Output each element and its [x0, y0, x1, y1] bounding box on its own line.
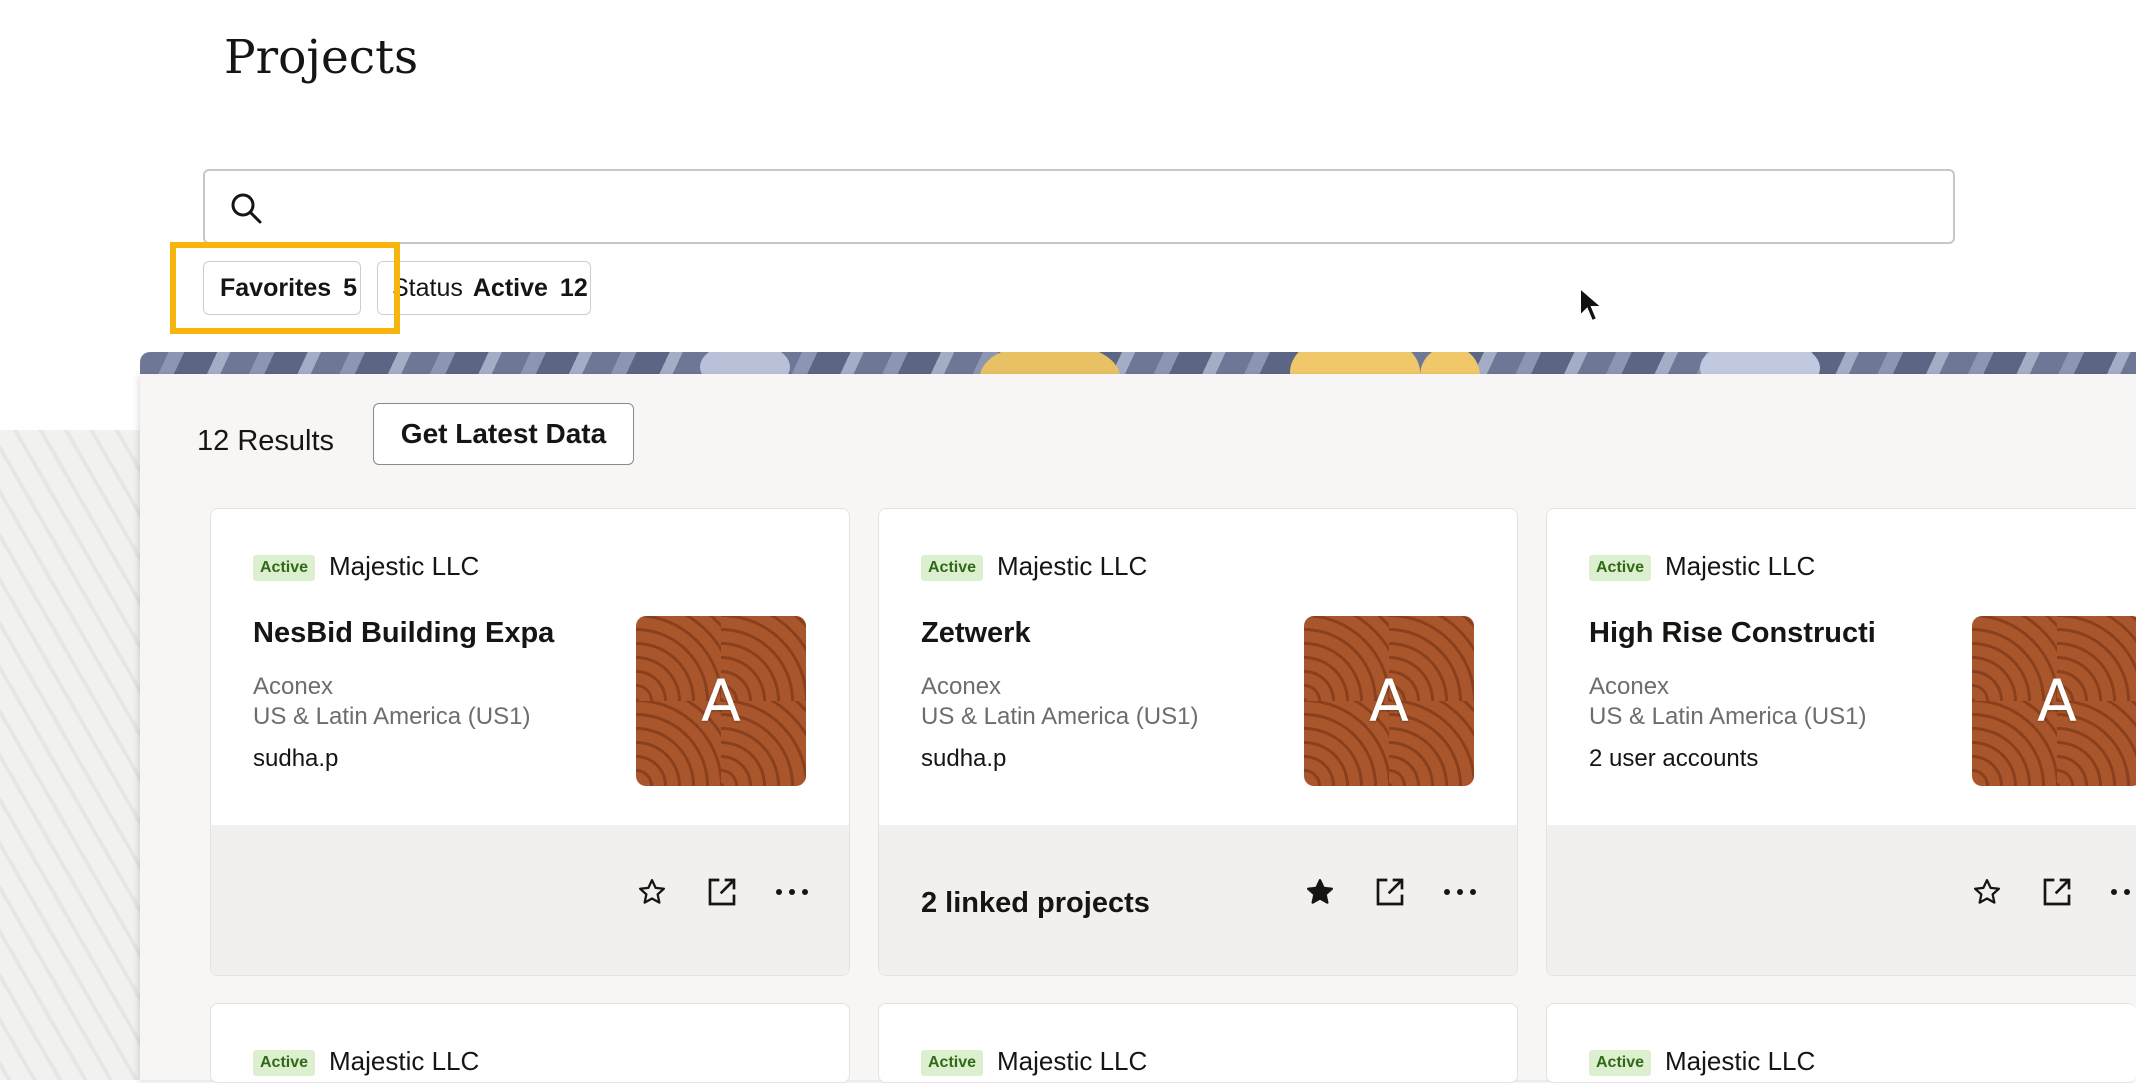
filter-chip-count: 5 [343, 273, 358, 302]
filter-chip-count: 12 [559, 273, 588, 302]
project-card[interactable]: Active Majestic LLC NesBid Building Expa… [210, 508, 850, 976]
mouse-cursor-icon [1579, 286, 1604, 323]
owner: 2 user accounts [1589, 745, 1759, 772]
project-thumbnail: A [636, 616, 806, 786]
more-icon[interactable] [775, 875, 809, 909]
thumbnail-letter: A [1369, 667, 1409, 735]
search-input[interactable] [283, 181, 1937, 235]
open-external-icon[interactable] [705, 875, 739, 909]
card-footer [211, 825, 849, 975]
search-icon [231, 193, 262, 224]
thumbnail-letter: A [701, 667, 741, 735]
org-name: Majestic LLC [329, 1046, 480, 1076]
project-name[interactable]: Zetwerk [921, 617, 1301, 650]
project-thumbnail: A [1304, 616, 1474, 786]
open-external-icon[interactable] [1373, 875, 1407, 909]
owner: sudha.p [253, 745, 339, 772]
thumbnail-letter: A [2037, 667, 2077, 735]
star-icon[interactable] [1970, 875, 2004, 909]
card-footer [1547, 825, 2136, 975]
open-external-icon[interactable] [2040, 875, 2074, 909]
more-icon[interactable] [1443, 875, 1477, 909]
status-badge: Active [921, 1050, 984, 1076]
region: US & Latin America (US1) [1589, 703, 1867, 730]
project-name[interactable]: NesBid Building Expa [253, 617, 633, 650]
background-texture [0, 430, 140, 1080]
org-name: Majestic LLC [329, 551, 480, 581]
status-badge: Active [921, 555, 984, 581]
org-name: Majestic LLC [1665, 1046, 1816, 1076]
service-name: Aconex [253, 673, 334, 700]
project-thumbnail: A [1972, 616, 2136, 786]
project-card[interactable]: Active Majestic LLC [878, 1003, 1518, 1083]
star-icon[interactable] [1303, 875, 1337, 909]
project-name[interactable]: High Rise Constructi [1589, 617, 1969, 650]
org-name: Majestic LLC [997, 551, 1148, 581]
region: US & Latin America (US1) [921, 703, 1199, 730]
org-name: Majestic LLC [997, 1046, 1148, 1076]
more-icon[interactable] [2110, 875, 2136, 909]
status-badge: Active [253, 1050, 316, 1076]
page-title: Projects [224, 30, 419, 85]
get-latest-data-button[interactable]: Get Latest Data [373, 403, 634, 465]
status-badge: Active [1589, 1050, 1652, 1076]
status-badge: Active [1589, 555, 1652, 581]
org-name: Majestic LLC [1665, 551, 1816, 581]
project-card[interactable]: Active Majestic LLC [1546, 1003, 2136, 1083]
project-card[interactable]: Active Majestic LLC [210, 1003, 850, 1083]
filter-chip-label: Status [392, 273, 463, 302]
service-name: Aconex [921, 673, 1002, 700]
region: US & Latin America (US1) [253, 703, 531, 730]
filter-chip-favorites[interactable]: Favorites 5 [203, 261, 361, 315]
status-badge: Active [253, 555, 316, 581]
service-name: Aconex [1589, 673, 1670, 700]
results-count: 12 Results [197, 425, 335, 457]
project-card[interactable]: Active Majestic LLC High Rise Constructi… [1546, 508, 2136, 976]
filter-chip-label: Favorites [220, 273, 332, 302]
card-footer: 2 linked projects [879, 825, 1517, 975]
search-field[interactable] [203, 169, 1955, 244]
linked-projects[interactable]: 2 linked projects [921, 887, 1150, 920]
project-card[interactable]: Active Majestic LLC Zetwerk Aconex US & … [878, 508, 1518, 976]
owner: sudha.p [921, 745, 1007, 772]
filter-chip-status[interactable]: Status Active 12 [377, 261, 591, 315]
filter-chip-value: Active [472, 273, 548, 302]
star-icon[interactable] [635, 875, 669, 909]
